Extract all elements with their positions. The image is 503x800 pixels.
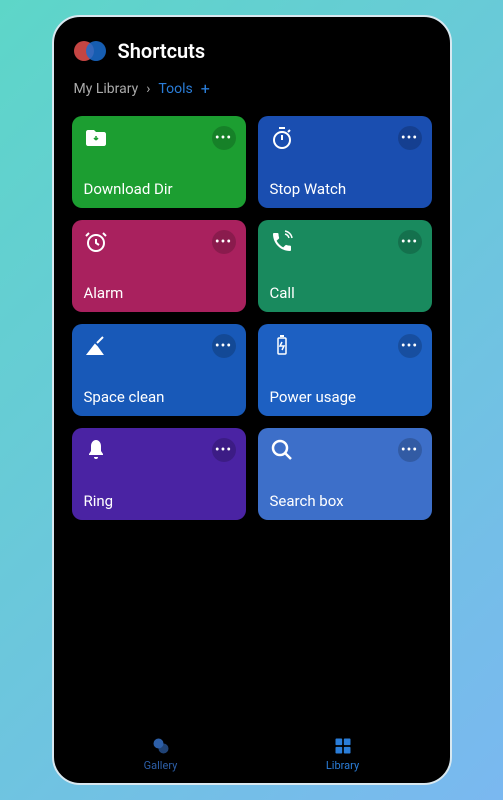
app-title: Shortcuts: [118, 39, 206, 63]
shortcut-card-search-box[interactable]: ••• Search box: [258, 428, 432, 520]
breadcrumb-current[interactable]: Tools: [158, 81, 192, 97]
card-label: Call: [270, 284, 420, 302]
card-more-button[interactable]: •••: [212, 334, 236, 358]
nav-library-label: Library: [326, 759, 359, 772]
card-more-button[interactable]: •••: [212, 230, 236, 254]
card-label: Download Dir: [84, 180, 234, 198]
more-icon: •••: [401, 339, 418, 353]
card-more-button[interactable]: •••: [398, 230, 422, 254]
card-label: Alarm: [84, 284, 234, 302]
app-frame: Shortcuts My Library › Tools + ••• Downl…: [52, 15, 452, 785]
breadcrumb-root[interactable]: My Library: [74, 81, 139, 97]
battery-icon: [270, 334, 294, 358]
card-more-button[interactable]: •••: [398, 126, 422, 150]
nav-library[interactable]: Library: [252, 725, 434, 783]
shortcut-card-power-usage[interactable]: ••• Power usage: [258, 324, 432, 416]
nav-gallery[interactable]: Gallery: [70, 725, 252, 783]
app-header: Shortcuts: [70, 31, 434, 79]
bell-icon: [84, 438, 108, 462]
more-icon: •••: [215, 443, 232, 457]
chevron-right-icon: ›: [146, 81, 150, 97]
bottom-nav: Gallery Library: [70, 725, 434, 783]
shortcut-card-space-clean[interactable]: ••• Space clean: [72, 324, 246, 416]
app-logo-icon: [74, 41, 106, 61]
broom-icon: [84, 334, 108, 358]
shortcut-card-ring[interactable]: ••• Ring: [72, 428, 246, 520]
card-label: Space clean: [84, 388, 234, 406]
card-more-button[interactable]: •••: [212, 438, 236, 462]
card-more-button[interactable]: •••: [398, 438, 422, 462]
card-label: Ring: [84, 492, 234, 510]
breadcrumb: My Library › Tools +: [70, 79, 434, 116]
shortcut-card-stop-watch[interactable]: ••• Stop Watch: [258, 116, 432, 208]
shortcut-card-download-dir[interactable]: ••• Download Dir: [72, 116, 246, 208]
download-folder-icon: [84, 126, 108, 150]
search-icon: [270, 438, 294, 462]
library-icon: [333, 736, 353, 756]
alarm-clock-icon: [84, 230, 108, 254]
more-icon: •••: [401, 235, 418, 249]
card-label: Search box: [270, 492, 420, 510]
card-more-button[interactable]: •••: [212, 126, 236, 150]
nav-gallery-label: Gallery: [144, 759, 178, 772]
shortcuts-grid: ••• Download Dir ••• Stop Watch ••• Alar…: [70, 116, 434, 520]
more-icon: •••: [215, 131, 232, 145]
more-icon: •••: [215, 235, 232, 249]
gallery-icon: [151, 736, 171, 756]
shortcut-card-call[interactable]: ••• Call: [258, 220, 432, 312]
card-label: Stop Watch: [270, 180, 420, 198]
more-icon: •••: [401, 443, 418, 457]
card-more-button[interactable]: •••: [398, 334, 422, 358]
card-label: Power usage: [270, 388, 420, 406]
phone-icon: [270, 230, 294, 254]
more-icon: •••: [215, 339, 232, 353]
more-icon: •••: [401, 131, 418, 145]
shortcut-card-alarm[interactable]: ••• Alarm: [72, 220, 246, 312]
add-icon[interactable]: +: [201, 79, 210, 98]
stopwatch-icon: [270, 126, 294, 150]
